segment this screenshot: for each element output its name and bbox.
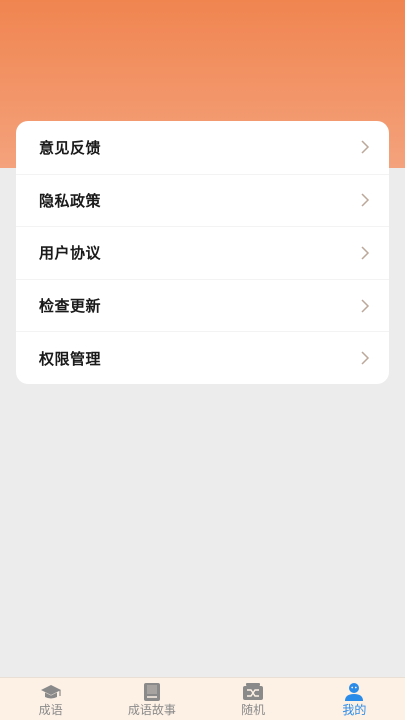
menu-item-label: 意见反馈 — [39, 138, 102, 157]
chevron-right-icon — [359, 349, 371, 367]
menu-item-label: 用户协议 — [39, 244, 102, 263]
graduation-cap-icon — [40, 682, 62, 702]
menu-item-privacy-policy[interactable]: 隐私政策 — [16, 173, 389, 227]
tab-idiom-stories[interactable]: 成语故事 — [101, 678, 202, 720]
tab-mine[interactable]: 我的 — [304, 678, 405, 720]
book-icon — [141, 682, 163, 702]
bottom-tab-bar: 成语 成语故事 随机 我的 — [0, 677, 405, 720]
tab-label: 成语故事 — [127, 703, 176, 717]
menu-item-check-update[interactable]: 检查更新 — [16, 278, 389, 332]
menu-item-user-agreement[interactable]: 用户协议 — [16, 226, 389, 279]
shuffle-icon — [242, 682, 264, 702]
chevron-right-icon — [359, 191, 371, 209]
chevron-right-icon — [359, 138, 371, 156]
menu-item-label: 隐私政策 — [39, 191, 102, 210]
chevron-right-icon — [359, 297, 371, 315]
tab-idioms[interactable]: 成语 — [0, 678, 101, 720]
tab-label: 成语 — [38, 703, 63, 717]
menu-item-label: 权限管理 — [39, 349, 102, 368]
user-icon — [343, 682, 365, 702]
tab-label: 我的 — [342, 703, 367, 717]
menu-item-permissions[interactable]: 权限管理 — [16, 331, 389, 384]
chevron-right-icon — [359, 244, 371, 262]
menu-item-feedback[interactable]: 意见反馈 — [16, 121, 389, 174]
tab-random[interactable]: 随机 — [203, 678, 304, 720]
menu-item-label: 检查更新 — [39, 297, 102, 316]
tab-label: 随机 — [241, 703, 266, 717]
settings-menu-card: 意见反馈 隐私政策 用户协议 检查更新 权限管理 — [16, 121, 389, 384]
